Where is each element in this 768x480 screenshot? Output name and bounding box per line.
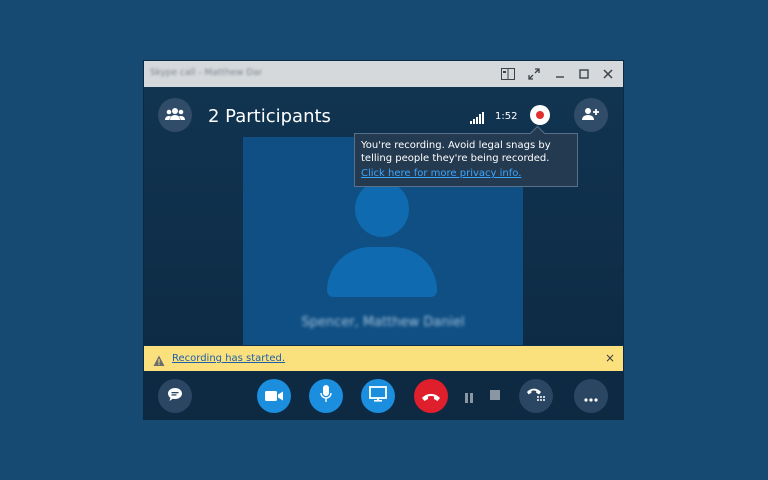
recording-notice-bar: Recording has started. × (144, 346, 623, 371)
expand-icon[interactable] (522, 61, 546, 87)
participants-icon (165, 106, 185, 125)
recording-started-link[interactable]: Recording has started. (172, 352, 285, 365)
add-person-icon (582, 106, 600, 125)
add-participant-button[interactable] (574, 98, 608, 132)
minimize-icon[interactable] (548, 61, 572, 87)
dialpad-icon (526, 386, 546, 406)
mic-button[interactable] (309, 379, 343, 413)
participants-count: 2 Participants (208, 106, 331, 127)
window-title: Skype call - Matthew Daniel (150, 68, 262, 78)
record-button[interactable] (530, 105, 550, 125)
hangup-icon (421, 387, 441, 406)
more-options-button[interactable] (574, 379, 608, 413)
participant-name: Spencer, Matthew Daniel (301, 315, 465, 330)
call-window: Skype call - Matthew Daniel 2 Participan… (144, 61, 623, 419)
avatar-head (355, 181, 409, 237)
more-icon (584, 387, 598, 406)
chat-icon (167, 387, 183, 406)
call-controls (144, 371, 623, 419)
video-icon (265, 387, 283, 406)
warning-icon (153, 352, 165, 366)
dialpad-button[interactable] (519, 379, 553, 413)
chat-button[interactable] (158, 379, 192, 413)
video-button[interactable] (257, 379, 291, 413)
tooltip-text: You're recording. Avoid legal snags by t… (361, 140, 551, 164)
pause-icon[interactable] (463, 389, 475, 403)
privacy-info-link[interactable]: Click here for more privacy info. (361, 167, 571, 180)
record-icon (536, 111, 544, 119)
tooltip-arrow (529, 125, 546, 142)
avatar-body (327, 247, 437, 297)
call-stage: 2 Participants 1:52 Spencer, Matthew Dan… (144, 87, 623, 345)
maximize-icon[interactable] (572, 61, 596, 87)
signal-icon (470, 110, 484, 124)
participants-button[interactable] (158, 98, 192, 132)
mic-icon (320, 385, 332, 407)
screen-share-button[interactable] (361, 379, 395, 413)
stop-icon[interactable] (490, 390, 500, 400)
screen-share-icon (369, 386, 387, 406)
close-icon[interactable] (596, 61, 620, 87)
hangup-button[interactable] (414, 379, 448, 413)
recording-tooltip: You're recording. Avoid legal snags by t… (354, 125, 578, 187)
view-icon[interactable] (496, 61, 520, 87)
title-bar: Skype call - Matthew Daniel (144, 61, 623, 87)
notice-close-button[interactable]: × (605, 350, 615, 366)
call-timer: 1:52 (495, 111, 518, 122)
